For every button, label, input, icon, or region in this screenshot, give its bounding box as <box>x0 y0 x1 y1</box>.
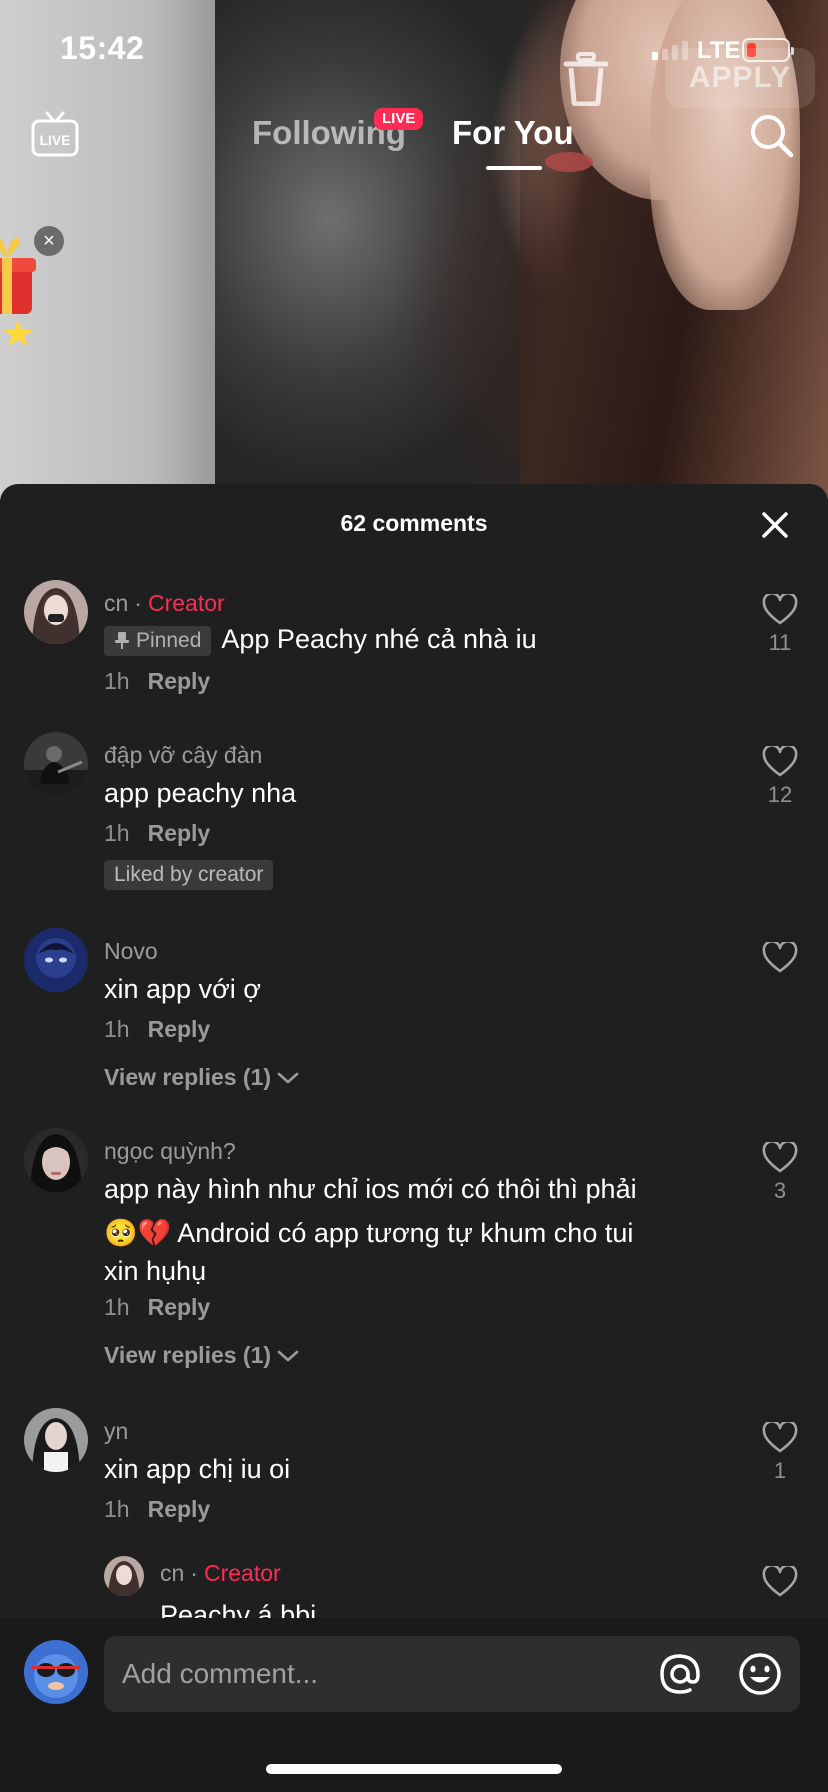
reply-button[interactable]: Reply <box>148 820 211 846</box>
heart-icon <box>762 594 798 625</box>
avatar[interactable] <box>24 580 88 644</box>
comment-body-line: xin hụhụ <box>104 1256 207 1286</box>
live-badge: LIVE <box>374 108 424 130</box>
chevron-down-icon <box>277 1072 299 1083</box>
reply-button[interactable]: Reply <box>148 668 211 694</box>
close-icon[interactable] <box>760 510 790 540</box>
like-count: 11 <box>768 630 792 655</box>
like-button[interactable]: 3 <box>750 1142 810 1204</box>
comment-input[interactable]: Add comment... <box>104 1636 800 1712</box>
comment-username[interactable]: Novo <box>104 938 158 965</box>
avatar[interactable] <box>24 732 88 796</box>
view-replies-label: View replies (1) <box>104 1064 272 1090</box>
comment-body: xin app với ợ <box>104 974 261 1004</box>
avatar[interactable] <box>24 1128 88 1192</box>
pin-icon <box>115 631 129 649</box>
avatar[interactable] <box>24 928 88 992</box>
avatar[interactable] <box>104 1556 144 1596</box>
comment-body-line: app này hình như chỉ ios mới có thôi thì… <box>104 1174 637 1204</box>
like-button[interactable]: 11 <box>750 594 810 656</box>
creator-label: Creator <box>203 1560 281 1586</box>
reply-button[interactable]: Reply <box>148 1294 211 1320</box>
search-icon[interactable] <box>748 112 796 160</box>
comment-username[interactable]: cn <box>104 590 128 616</box>
like-count: 3 <box>773 1178 787 1203</box>
heart-icon <box>762 1142 798 1173</box>
heart-icon <box>762 746 798 777</box>
pinned-label: Pinned <box>136 628 202 652</box>
liked-by-creator-badge: Liked by creator <box>104 860 274 890</box>
comment-username[interactable]: yn <box>104 1418 128 1445</box>
comment-body: App Peachy nhé cả nhà iu <box>221 624 537 654</box>
avatar[interactable] <box>24 1640 88 1704</box>
comment-body-line: 🥺💔 Android có app tương tự khum cho tui <box>104 1218 634 1248</box>
comment-text: Pinned App Peachy nhé cả nhà iu <box>104 620 704 658</box>
view-replies-button[interactable]: View replies (1) <box>104 1342 299 1369</box>
comment-input-placeholder: Add comment... <box>122 1658 319 1689</box>
comment-username[interactable]: ngọc quỳnh? <box>104 1138 236 1165</box>
comments-header: 62 comments <box>0 484 828 564</box>
apply-button[interactable]: APPLY <box>665 48 815 108</box>
heart-icon <box>762 1566 798 1597</box>
trash-icon[interactable] <box>562 52 610 107</box>
comment-body: app này hình như chỉ ios mới có thôi thì… <box>104 1170 704 1290</box>
emoji-icon[interactable] <box>736 1650 784 1698</box>
avatar[interactable] <box>24 1408 88 1472</box>
like-button[interactable] <box>750 942 810 978</box>
status-time: 15:42 <box>60 30 145 66</box>
reply-button[interactable]: Reply <box>148 1496 211 1522</box>
view-replies-label: View replies (1) <box>104 1342 272 1368</box>
heart-icon <box>762 1422 798 1453</box>
reply-button[interactable]: Reply <box>148 1016 211 1042</box>
creator-label: Creator <box>147 590 225 616</box>
pinned-badge: Pinned <box>104 625 212 656</box>
tab-for-you[interactable]: For You <box>452 114 574 152</box>
comment-time: 1h <box>104 1496 130 1522</box>
like-button[interactable]: 12 <box>750 746 810 808</box>
home-indicator[interactable] <box>266 1764 562 1774</box>
comments-sheet: 62 comments cn · Creator Pinned App Peachy … <box>0 484 828 1792</box>
heart-icon <box>762 942 798 973</box>
comment-time: 1h <box>104 668 130 694</box>
like-count: 1 <box>773 1458 787 1483</box>
comment-time: 1h <box>104 820 130 846</box>
comment-input-bar: Add comment... <box>0 1618 828 1792</box>
comment-body: xin app chị iu oi <box>104 1454 291 1484</box>
close-icon[interactable]: × <box>34 226 64 256</box>
feed-tabs: Following LIVE For You <box>0 108 828 178</box>
comment-username[interactable]: đập vỡ cây đàn <box>104 742 262 769</box>
comment-username[interactable]: cn <box>160 1560 184 1586</box>
view-replies-button[interactable]: View replies (1) <box>104 1064 299 1091</box>
at-mention-icon[interactable] <box>656 1650 704 1698</box>
like-button[interactable] <box>750 1566 810 1598</box>
comment-time: 1h <box>104 1294 130 1320</box>
comments-count-title: 62 comments <box>340 510 488 536</box>
chevron-down-icon <box>277 1350 299 1361</box>
comment-time: 1h <box>104 1016 130 1042</box>
comment-body: app peachy nha <box>104 778 297 808</box>
like-count: 12 <box>767 782 793 807</box>
active-tab-indicator <box>486 166 542 170</box>
like-button[interactable]: 1 <box>750 1422 810 1484</box>
